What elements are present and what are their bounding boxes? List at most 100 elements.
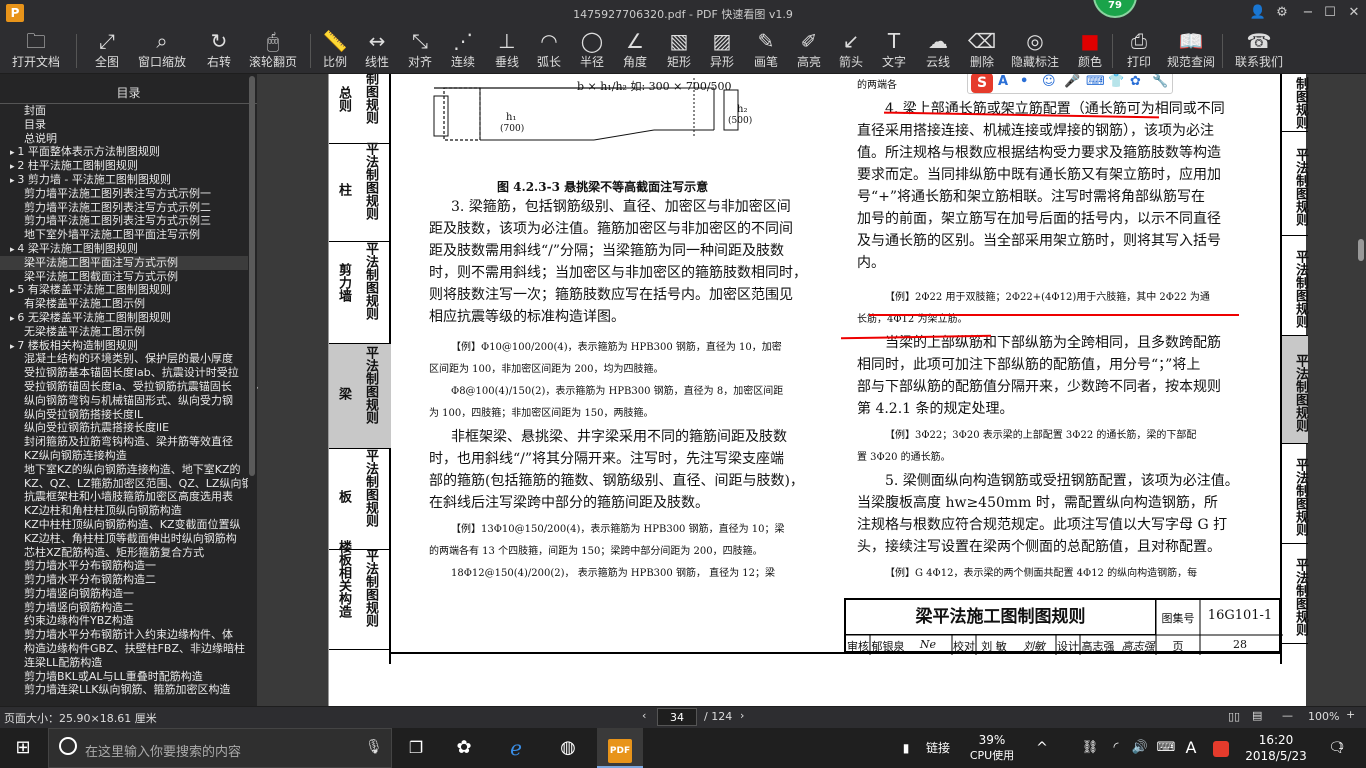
continuous-tool-button[interactable]: ⋰ 连续	[446, 28, 480, 72]
radius-tool-button[interactable]: ◯ 半径	[575, 28, 609, 72]
single-page-icon[interactable]: ▯▯	[1228, 710, 1240, 723]
angle-tool-button[interactable]: ∠ 角度	[618, 28, 652, 72]
scale-tool-button[interactable]: 📏 比例	[318, 28, 352, 72]
toc-item[interactable]: 剪力墙平法施工图列表注写方式示例三	[0, 214, 248, 228]
toc-item[interactable]: 构造边缘构件GBZ、扶壁柱FBZ、非边缘暗柱	[0, 642, 248, 656]
app-pinwheel-icon[interactable]: ✿	[448, 728, 480, 768]
arrow-tool-button[interactable]: ↙ 箭头	[834, 28, 868, 72]
fit-tool-button[interactable]: ⤢ 全图	[90, 28, 124, 72]
page-number-input[interactable]	[657, 708, 697, 726]
toc-item[interactable]: ▸ 2 柱平法施工图制图规则	[0, 159, 248, 173]
document-view[interactable]: 总则 制图规则柱平法制图规则 剪力墙 平法制图规则梁平法制图规则板平法制图规则 楼板相关…	[258, 74, 1366, 706]
ime-wrench-icon[interactable]: 🔧	[1152, 74, 1168, 89]
print-tool-button[interactable]: ⎙ 打印	[1122, 28, 1156, 72]
tray-chevron-icon[interactable]: ^	[1032, 728, 1052, 768]
toc-item[interactable]: KZ、QZ、LZ箍筋加密区范围、QZ、LZ纵向钢	[0, 477, 248, 491]
notification-center-icon[interactable]: 🗨	[1322, 728, 1352, 768]
zoom-in-icon[interactable]: +	[1346, 708, 1355, 721]
toc-item[interactable]: 剪力墙连梁LLK纵向钢筋、箍筋加密区构造	[0, 683, 248, 697]
toc-item[interactable]: 受拉钢筋锚固长度la、受拉钢筋抗震锚固长	[0, 380, 248, 394]
right-chapter-tab[interactable]: 平法制图规则	[1282, 444, 1308, 544]
aligned-tool-button[interactable]: ⤡ 对齐	[403, 28, 437, 72]
toc-item[interactable]: ▸ 1 平面整体表示方法制图规则	[0, 145, 248, 159]
scroll-tool-button[interactable]: 🖱 滚轮翻页	[247, 28, 299, 72]
sogou-tray-icon[interactable]	[1210, 728, 1232, 768]
skin-icon[interactable]: ⚙	[1272, 3, 1292, 23]
cloud-tool-button[interactable]: ☁ 云线	[921, 28, 955, 72]
toc-item[interactable]: 梁平法施工图截面注写方式示例	[0, 270, 248, 284]
tray-expand-icon[interactable]: ▮	[898, 728, 914, 768]
chapter-tab[interactable]: 梁平法制图规则	[329, 344, 391, 449]
zoom-out-icon[interactable]: —	[1282, 709, 1293, 722]
toc-item[interactable]: 剪力墙竖向钢筋构造二	[0, 601, 248, 615]
ime-toolbar[interactable]: S A • ☺ 🎤 ⌨ 👕 ✿ 🔧	[967, 74, 1173, 94]
linear-tool-button[interactable]: ↔ 线性	[360, 28, 394, 72]
rotate-tool-button[interactable]: ↻ 右转	[202, 28, 236, 72]
keyboard-icon[interactable]: ⌨	[1154, 728, 1178, 768]
toc-item[interactable]: 目录	[0, 118, 248, 132]
close-icon[interactable]: ✕	[1344, 3, 1364, 23]
shape-tool-button[interactable]: ▨ 异形	[705, 28, 739, 72]
toc-item[interactable]: 剪力墙平法施工图列表注写方式示例二	[0, 201, 248, 215]
toc-item[interactable]: 混凝土结构的环境类别、保护层的最小厚度	[0, 352, 248, 366]
toc-item[interactable]: 总说明	[0, 132, 248, 146]
toc-item[interactable]: ▸ 3 剪力墙 - 平法施工图制图规则	[0, 173, 248, 187]
wifi-icon[interactable]: ◜	[1106, 728, 1126, 768]
next-page-icon[interactable]: ›	[740, 709, 744, 722]
toc-item[interactable]: 封闭箍筋及拉筋弯钩构造、梁并筋等效直径	[0, 435, 248, 449]
microphone-icon[interactable]: 🎙	[365, 739, 383, 755]
user-icon[interactable]: 👤	[1248, 3, 1268, 23]
toc-item[interactable]: ▸ 5 有梁楼盖平法施工图制图规则	[0, 283, 248, 297]
toc-item[interactable]: 封面	[0, 104, 248, 118]
right-chapter-tab[interactable]: 平法制图规则	[1282, 336, 1308, 444]
task-view-icon[interactable]: ❐	[400, 728, 432, 768]
toc-item[interactable]: 剪力墙竖向钢筋构造一	[0, 587, 248, 601]
toc-scrollbar[interactable]	[249, 76, 255, 476]
right-chapter-tab[interactable]: 平法制图规则	[1282, 236, 1308, 336]
chapter-tab[interactable]: 总则 制图规则	[329, 74, 391, 144]
elev-tool-button[interactable]: ✐ 高亮	[792, 28, 826, 72]
maximize-icon[interactable]: ☐	[1320, 3, 1340, 23]
ime-keyboard-icon[interactable]: ⌨	[1086, 74, 1105, 89]
toc-item[interactable]: 纵向钢筋弯钩与机械锚固形式、纵向受力钢	[0, 394, 248, 408]
toc-item[interactable]: 地下室外墙平法施工图平面注写示例	[0, 228, 248, 242]
document-scrollbar[interactable]	[1358, 239, 1364, 261]
windows-start-icon[interactable]: ⊞	[0, 728, 46, 768]
toc-item[interactable]: 连梁LL配筋构造	[0, 656, 248, 670]
rect-tool-button[interactable]: ▧ 矩形	[662, 28, 696, 72]
hide-tool-button[interactable]: ◎ 隐藏标注	[1009, 28, 1061, 72]
toc-item[interactable]: 剪力墙BKL或AL与LL重叠时配筋构造	[0, 670, 248, 684]
toc-item[interactable]: KZ中柱柱顶纵向钢筋构造、KZ变截面位置纵	[0, 518, 248, 532]
text-tool-button[interactable]: T 文字	[877, 28, 911, 72]
right-chapter-tab[interactable]: 平法制图规则	[1282, 132, 1308, 236]
toc-item[interactable]: 无梁楼盖平法施工图示例	[0, 325, 248, 339]
toc-item[interactable]: 芯柱XZ配筋构造、矩形箍筋复合方式	[0, 546, 248, 560]
pen-tool-button[interactable]: ✎ 画笔	[749, 28, 783, 72]
toc-item[interactable]: ▸ 7 楼板相关构造制图规则	[0, 339, 248, 353]
toc-item[interactable]: 剪力墙平法施工图列表注写方式示例一	[0, 187, 248, 201]
toc-item[interactable]: KZ纵向钢筋连接构造	[0, 449, 248, 463]
ime-dot-icon[interactable]: •	[1020, 74, 1028, 89]
chapter-tab[interactable]: 剪力墙 平法制图规则	[329, 242, 391, 344]
perpendicular-tool-button[interactable]: ⊥ 垂线	[490, 28, 524, 72]
open-tool-button[interactable]: 🗀 打开文档	[10, 28, 62, 72]
toc-item[interactable]: 梁平法施工图平面注写方式示例	[0, 255, 248, 270]
chapter-tab[interactable]: 楼板相关构造 平法制图规则	[329, 540, 391, 650]
sogou-logo-icon[interactable]: S	[971, 74, 993, 93]
arclen-tool-button[interactable]: ◠ 弧长	[532, 28, 566, 72]
browser-360-icon[interactable]: ◍	[552, 728, 584, 768]
toc-item[interactable]: 抗震框架柱和小墙肢箍筋加密区高度选用表	[0, 490, 248, 504]
toc-item[interactable]: 纵向受拉钢筋抗震搭接长度llE	[0, 421, 248, 435]
toc-item[interactable]: 受拉钢筋基本锚固长度lab、抗震设计时受拉	[0, 366, 248, 380]
toc-item[interactable]: ▸ 4 梁平法施工图制图规则	[0, 242, 248, 256]
network-icon[interactable]: ⛓	[1080, 728, 1100, 768]
contact-tool-button[interactable]: ☎ 联系我们	[1233, 28, 1285, 72]
toc-item[interactable]: KZ边柱、角柱柱顶等截面伸出时纵向钢筋构	[0, 532, 248, 546]
ime-emoji-icon[interactable]: ☺	[1042, 74, 1056, 89]
chapter-tab[interactable]: 板平法制图规则	[329, 449, 391, 550]
pdf-app-taskbar-button[interactable]: PDF	[597, 728, 643, 768]
toc-item[interactable]: 有梁楼盖平法施工图示例	[0, 297, 248, 311]
volume-icon[interactable]: 🔊	[1130, 728, 1150, 768]
ime-mode[interactable]: A	[1182, 728, 1200, 768]
spec-tool-button[interactable]: 📖 规范查阅	[1165, 28, 1217, 72]
